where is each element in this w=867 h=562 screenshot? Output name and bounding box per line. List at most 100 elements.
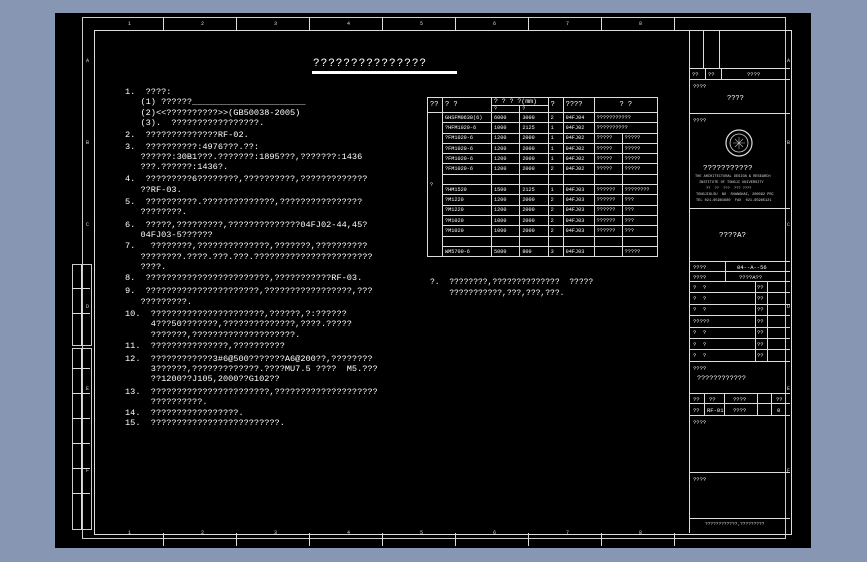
- sign-row-divider: [689, 338, 790, 339]
- left-binding-strip-lower: [72, 348, 92, 530]
- table-cell: 2: [547, 214, 564, 227]
- sign-row-text: ? ?: [693, 306, 707, 314]
- note-line: 5. ??????????.??????????????,???????????…: [125, 196, 363, 207]
- sign-row-text: ??: [757, 340, 764, 348]
- table-note-line: ???????????,???,???,???.: [430, 288, 565, 298]
- tb-sub-value: ????A??: [739, 274, 763, 281]
- note-line: 4. ?????????6????????,??????????,???????…: [125, 174, 368, 185]
- table-cell: [490, 235, 521, 247]
- sign-row-divider: [689, 292, 790, 294]
- sign-row-divider: [689, 303, 790, 305]
- table-cell: 04FJ03: [562, 184, 595, 196]
- note-line: 04FJ03-5??????: [125, 229, 213, 240]
- table-cell: 04FJ02: [562, 153, 595, 165]
- tb-bottom-footer: ????????????,?????????: [705, 522, 765, 527]
- sign-row-divider: [689, 349, 790, 351]
- table-cell: ?M1020: [442, 225, 492, 237]
- table-cell: 04FJ02: [562, 163, 595, 175]
- tb-institute-en4: TONGJIKLSU NO SHANGHAI, 200092 PRC: [696, 193, 774, 197]
- sign-row-text: ? ?: [693, 340, 707, 348]
- tb-row1-c: ????: [747, 71, 761, 78]
- table-cell: 2000: [519, 194, 549, 206]
- tb-institute-en3: ?? ?? ??? ??? ????: [706, 187, 752, 191]
- border-number: 5: [420, 530, 424, 536]
- table-row: ?HM1520 1500 2125 1 04FJ03??????????????: [428, 184, 659, 196]
- table-cell: 1: [547, 142, 564, 155]
- tb-date-value: 04--A--56: [737, 264, 767, 271]
- drawing-viewport[interactable]: 1122334455667788 AABBCCDDEEFF ??????????…: [55, 13, 811, 548]
- table-cell: 04FJ03: [562, 245, 595, 258]
- sign-row-text: ? ?: [693, 294, 707, 302]
- note-line: 6. ?????,?????????,??????????????04FJ02-…: [125, 219, 368, 230]
- col-header-no: ??: [427, 97, 443, 113]
- sign-row-text: ?????: [693, 317, 710, 325]
- table-cell: 1: [547, 122, 564, 134]
- border-tick: [455, 533, 456, 546]
- table-cell: 1: [547, 153, 564, 165]
- table-cell: ???: [621, 194, 659, 206]
- table-cell: ?FM1020-6: [442, 142, 492, 155]
- table-cell: [547, 235, 564, 247]
- border-number: 1: [128, 21, 132, 27]
- border-number: 1: [128, 530, 132, 536]
- table-cell: 3000: [519, 111, 549, 124]
- table-cell: 04FJ02: [562, 132, 595, 144]
- table-cell: ???: [621, 214, 659, 227]
- border-letter: C: [86, 222, 90, 228]
- table-cell: 3: [547, 245, 564, 258]
- border-letter: B: [86, 140, 90, 146]
- table-cell: ?HM1520: [442, 184, 492, 196]
- note-line: 15. ?????????????????????????.: [125, 418, 285, 429]
- table-cell: 04FJ04: [562, 111, 595, 124]
- tb-sub-label: ????: [693, 274, 707, 281]
- note-line: ????.: [125, 261, 167, 272]
- sign-row-text: ??: [757, 317, 764, 325]
- table-cell: 04FJ03: [562, 204, 595, 216]
- table-cell: ??????????: [593, 122, 659, 134]
- border-tick: [528, 533, 529, 546]
- border-tick: [309, 17, 310, 30]
- border-number: 6: [493, 21, 497, 27]
- sign-row-text: ??: [757, 294, 764, 302]
- note-line: 3??????,?????????????.????MU7.5 ???? M5.…: [125, 364, 378, 374]
- note-line: 13. ???????????????????????,????????????…: [125, 387, 378, 397]
- note-line: 4???50???????,??????????????,????.?????: [125, 319, 352, 330]
- table-cell: 2000: [519, 214, 549, 227]
- border-number: 7: [566, 21, 570, 27]
- col-header-count: ?: [547, 97, 564, 113]
- tb-num-h0: ??: [693, 396, 700, 403]
- table-cell: ?????: [593, 163, 623, 175]
- note-line: (2)<<??????????>>(GB50038-2005): [125, 107, 301, 118]
- border-tick: [674, 17, 675, 30]
- table-cell: ?????: [593, 142, 623, 155]
- table-cell: GHSFM0630(6): [442, 111, 492, 124]
- note-line: 8. ????????????????????????,???????????R…: [125, 273, 363, 283]
- table-cell: ????????: [621, 184, 659, 196]
- table-row: ?M1220 1200 2000 2 04FJ03?????????: [428, 204, 659, 216]
- sign-row-divider: [689, 326, 790, 328]
- sign-row-text: ? ?: [693, 283, 707, 291]
- tb-project-label: ????: [693, 83, 707, 90]
- table-cell: [593, 245, 623, 258]
- table-cell: [519, 173, 549, 186]
- table-row: WM5700-6 5000 800 3 04FJ03?????: [428, 245, 659, 258]
- table-cell: ?HFM1020-6: [442, 122, 492, 134]
- table-cell: [562, 173, 595, 186]
- table-cell: ??????: [593, 214, 623, 227]
- sign-row-text: ? ?: [693, 329, 707, 337]
- border-tick: [601, 533, 602, 546]
- table-cell: [547, 173, 564, 186]
- note-line: 11. ???????????????,??????????: [125, 341, 285, 351]
- institute-seal-icon: [725, 129, 753, 157]
- table-row: ?M1020 1000 2000 2 04FJ03?????????: [428, 225, 659, 237]
- note-line: ????????.????.???.???.??????????????????…: [125, 251, 373, 262]
- border-number: 3: [274, 21, 278, 27]
- note-line: ??????????.: [125, 397, 208, 408]
- table-row: ?FM1020-6 1200 2000 1 04FJ02??????????: [428, 132, 659, 144]
- table-cell: ?FM1020-6: [442, 163, 492, 175]
- note-line: ??????:30B1???.???????:1895???,???????:1…: [125, 151, 363, 162]
- door-schedule-table: ?? ? ? ? ? ? ?(mm) ? ???? ? ? ? ? ? GHSFM…: [427, 97, 659, 258]
- table-row: ?FM1020-6 1200 2000 1 04FJ02??????????: [428, 153, 659, 165]
- tb-num-h1: ??: [709, 396, 716, 403]
- tb-institute-en1: THE ARCHITECTURAL DESIGN & RESEARCH: [695, 175, 771, 179]
